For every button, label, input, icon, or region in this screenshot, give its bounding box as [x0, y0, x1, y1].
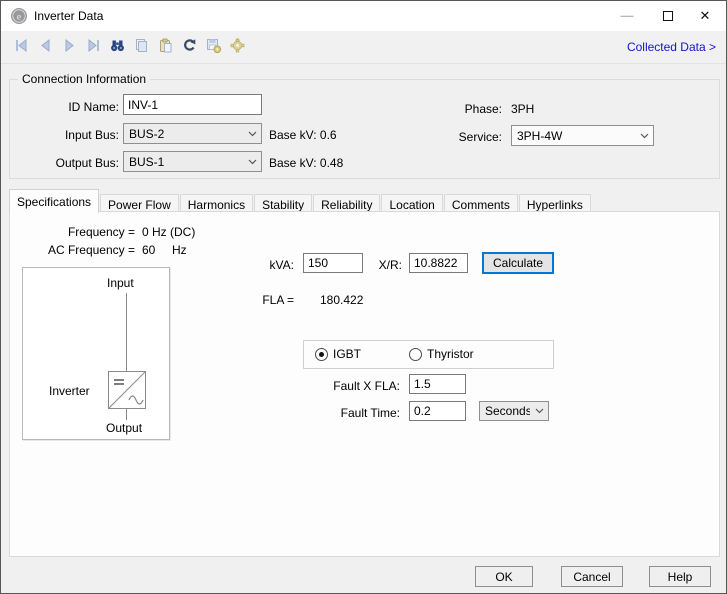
service-select[interactable]: 3PH-4W	[511, 125, 654, 146]
toolbar: Collected Data >	[1, 31, 726, 64]
phase-label: Phase:	[422, 102, 502, 116]
diagram-output-line	[126, 409, 127, 420]
maximize-button[interactable]	[651, 1, 685, 30]
title-bar: e Inverter Data — ✕	[1, 1, 726, 31]
gear-icon	[229, 37, 246, 57]
refresh-icon	[181, 37, 198, 57]
specifications-panel: Frequency = 0 Hz (DC) AC Frequency = 60 …	[9, 211, 720, 557]
xr-input[interactable]	[409, 253, 468, 273]
tab-specifications[interactable]: Specifications	[9, 189, 99, 213]
save-gear-icon	[205, 37, 222, 57]
etap-logo-icon: e	[10, 7, 28, 25]
paste-icon	[157, 37, 174, 57]
input-bus-value: BUS-2	[129, 127, 243, 141]
binoculars-icon	[109, 37, 126, 57]
copy-icon	[133, 37, 150, 57]
ac-frequency-unit: Hz	[172, 243, 187, 257]
kva-label: kVA:	[232, 258, 294, 272]
radio-igbt-label: IGBT	[333, 347, 361, 361]
save-settings-button[interactable]	[201, 35, 225, 59]
diagram-input-line	[126, 293, 127, 371]
nav-first-icon	[13, 37, 30, 57]
refresh-button[interactable]	[177, 35, 201, 59]
radio-thyristor-label: Thyristor	[427, 347, 474, 361]
fault-x-fla-input[interactable]	[409, 374, 466, 394]
chevron-down-icon	[635, 133, 653, 139]
ok-button[interactable]: OK	[475, 566, 533, 587]
svg-text:e: e	[17, 13, 21, 23]
id-name-label: ID Name:	[29, 100, 119, 114]
input-bus-select[interactable]: BUS-2	[123, 123, 262, 144]
minimize-button: —	[610, 1, 644, 30]
diagram-output-label: Output	[106, 421, 142, 435]
chevron-down-icon	[530, 408, 548, 414]
output-bus-value: BUS-1	[129, 155, 243, 169]
connection-group-label: Connection Information	[18, 72, 150, 86]
output-bus-select[interactable]: BUS-1	[123, 151, 262, 172]
fault-time-label: Fault Time:	[310, 406, 400, 420]
input-base-kv: Base kV: 0.6	[269, 128, 337, 142]
copy-button[interactable]	[129, 35, 153, 59]
fla-value: 180.422	[320, 293, 363, 307]
nav-next-button[interactable]	[57, 35, 81, 59]
input-bus-label: Input Bus:	[29, 128, 119, 142]
close-button[interactable]: ✕	[688, 1, 722, 30]
paste-button[interactable]	[153, 35, 177, 59]
nav-first-button[interactable]	[9, 35, 33, 59]
nav-previous-icon	[37, 37, 54, 57]
collected-data-link[interactable]: Collected Data >	[627, 40, 716, 54]
output-base-kv: Base kV: 0.48	[269, 156, 343, 170]
radio-icon	[315, 348, 328, 361]
calculate-button[interactable]: Calculate	[482, 252, 554, 274]
radio-thyristor[interactable]: Thyristor	[409, 347, 474, 361]
settings-button[interactable]	[225, 35, 249, 59]
fla-label: FLA =	[232, 293, 294, 307]
inverter-data-dialog: e Inverter Data — ✕	[0, 0, 727, 594]
nav-next-icon	[61, 37, 78, 57]
kva-input[interactable]	[303, 253, 363, 273]
chevron-down-icon	[243, 131, 261, 137]
cancel-button[interactable]: Cancel	[561, 566, 623, 587]
service-label: Service:	[422, 130, 502, 144]
find-button[interactable]	[105, 35, 129, 59]
diagram-inverter-label: Inverter	[49, 384, 90, 398]
fault-time-unit-select[interactable]: Seconds	[479, 401, 549, 421]
phase-value: 3PH	[511, 102, 534, 116]
diagram-input-label: Input	[107, 276, 134, 290]
service-value: 3PH-4W	[517, 129, 635, 143]
window-title: Inverter Data	[34, 9, 103, 23]
radio-icon	[409, 348, 422, 361]
chevron-down-icon	[243, 159, 261, 165]
xr-label: X/R:	[362, 258, 402, 272]
maximize-icon	[663, 11, 673, 21]
output-bus-label: Output Bus:	[29, 156, 119, 170]
inverter-symbol-icon	[108, 371, 146, 412]
help-button[interactable]: Help	[649, 566, 711, 587]
frequency-value: 0 Hz (DC)	[142, 225, 195, 239]
nav-previous-button[interactable]	[33, 35, 57, 59]
nav-last-button[interactable]	[81, 35, 105, 59]
inverter-diagram: Input Inverter Output	[22, 267, 170, 440]
ac-frequency-label: AC Frequency =	[20, 243, 135, 257]
footer-bar: OK Cancel Help	[1, 557, 726, 594]
ac-frequency-value: 60	[142, 243, 155, 257]
frequency-label: Frequency =	[20, 225, 135, 239]
tab-strip: Specifications Power Flow Harmonics Stab…	[9, 189, 592, 213]
fault-x-fla-label: Fault X FLA:	[310, 379, 400, 393]
nav-last-icon	[85, 37, 102, 57]
radio-igbt[interactable]: IGBT	[315, 347, 361, 361]
fault-time-unit-value: Seconds	[485, 404, 530, 418]
id-name-input[interactable]	[123, 94, 262, 115]
fault-time-input[interactable]	[409, 401, 466, 421]
